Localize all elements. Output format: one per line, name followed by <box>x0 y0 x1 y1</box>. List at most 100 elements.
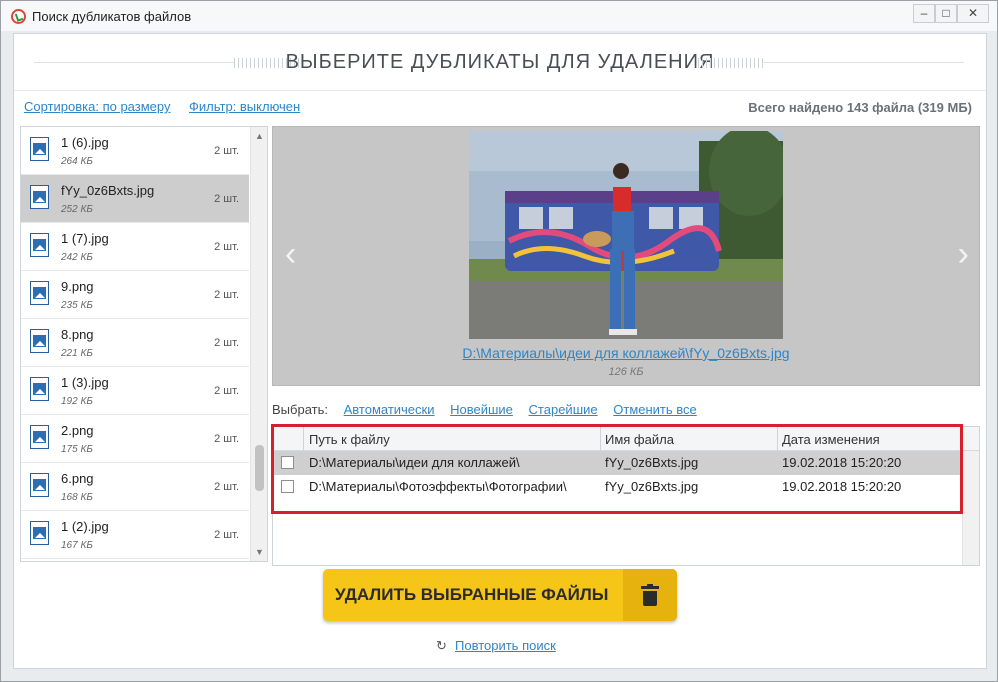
table-row[interactable]: D:\Материалы\идеи для коллажей\ fYy_0z6Bx… <box>273 451 979 475</box>
list-item[interactable]: 1 (6).jpg 264 КБ 2 шт. <box>21 127 249 175</box>
column-header-name[interactable]: Имя файла <box>605 432 674 447</box>
image-file-icon <box>30 329 49 353</box>
image-file-icon <box>30 377 49 401</box>
file-name: 1 (7).jpg <box>61 231 109 246</box>
duplicate-count: 2 шт. <box>214 433 239 445</box>
list-item[interactable]: 6.png 168 КБ 2 шт. <box>21 463 249 511</box>
file-name: 1 (6).jpg <box>61 135 109 150</box>
file-size: 168 КБ <box>61 492 93 503</box>
list-item[interactable]: 9.png 235 КБ 2 шт. <box>21 271 249 319</box>
window-title: Поиск дубликатов файлов <box>32 9 192 24</box>
cell-name: fYy_0z6Bxts.jpg <box>605 479 699 494</box>
refresh-icon: ↻ <box>436 638 447 653</box>
image-file-icon <box>30 521 49 545</box>
scroll-down-icon[interactable]: ▼ <box>255 547 264 557</box>
app-logo-icon <box>11 9 26 24</box>
cell-path: D:\Материалы\Фотоэффекты\Фотографии\ <box>309 479 567 494</box>
file-size: 192 КБ <box>61 396 93 407</box>
header-divider <box>14 90 986 91</box>
file-size: 235 КБ <box>61 300 93 311</box>
duplicate-count: 2 шт. <box>214 481 239 493</box>
file-name: 6.png <box>61 471 94 486</box>
file-name: 1 (3).jpg <box>61 375 109 390</box>
photo-illustration <box>469 131 783 339</box>
list-item[interactable]: 1 (7).jpg 242 КБ 2 шт. <box>21 223 249 271</box>
scroll-thumb[interactable] <box>255 445 264 491</box>
file-size: 252 КБ <box>61 204 93 215</box>
cell-path: D:\Материалы\идеи для коллажей\ <box>309 455 520 470</box>
cancel-all-link[interactable]: Отменить все <box>613 402 697 417</box>
duplicate-count: 2 шт. <box>214 193 239 205</box>
duplicate-count: 2 шт. <box>214 241 239 253</box>
row-checkbox[interactable] <box>281 480 294 493</box>
file-name: 1 (2).jpg <box>61 519 109 534</box>
list-item[interactable]: 2.png 175 КБ 2 шт. <box>21 415 249 463</box>
image-file-icon <box>30 425 49 449</box>
next-image-icon[interactable]: › <box>958 235 969 274</box>
file-size: 175 КБ <box>61 444 93 455</box>
file-size: 242 КБ <box>61 252 93 263</box>
table-scrollbar[interactable] <box>962 451 979 565</box>
duplicate-file-list[interactable]: 1 (6).jpg 264 КБ 2 шт. fYy_0z6Bxts.jpg 252 К… <box>20 126 268 562</box>
table-row[interactable]: D:\Материалы\Фотоэффекты\Фотографии\ fYy_… <box>273 475 979 499</box>
delete-button-label: УДАЛИТЬ ВЫБРАННЫЕ ФАЙЛЫ <box>335 585 609 604</box>
file-size: 221 КБ <box>61 348 93 359</box>
file-name: 2.png <box>61 423 94 438</box>
select-auto-link[interactable]: Автоматически <box>344 402 435 417</box>
cell-date: 19.02.2018 15:20:20 <box>782 479 902 494</box>
list-item[interactable]: 1 (3).jpg 192 КБ 2 шт. <box>21 367 249 415</box>
select-label: Выбрать: <box>272 402 328 417</box>
image-file-icon <box>30 137 49 161</box>
list-item[interactable]: 1 (2).jpg 167 КБ 2 шт. <box>21 511 249 559</box>
column-header-date[interactable]: Дата изменения <box>782 432 880 447</box>
minimize-button[interactable]: – <box>913 4 935 23</box>
preview-file-path-link[interactable]: D:\Материалы\идеи для коллажей\fYy_0z6Bx… <box>273 345 979 361</box>
close-button[interactable]: ✕ <box>957 4 989 23</box>
duplicates-table: Путь к файлу Имя файла Дата изменения D:… <box>272 426 980 566</box>
duplicate-count: 2 шт. <box>214 337 239 349</box>
image-file-icon <box>30 233 49 257</box>
image-preview: ‹ › D:\Материалы\идеи для коллажей\fYy_0… <box>272 126 980 386</box>
column-header-path[interactable]: Путь к файлу <box>309 432 390 447</box>
maximize-button[interactable]: □ <box>935 4 957 23</box>
cell-name: fYy_0z6Bxts.jpg <box>605 455 699 470</box>
select-oldest-link[interactable]: Старейшие <box>529 402 598 417</box>
preview-file-size: 126 КБ <box>608 366 644 378</box>
cell-date: 19.02.2018 15:20:20 <box>782 455 902 470</box>
select-bar: Выбрать: Автоматически Новейшие Старейши… <box>272 402 697 417</box>
title-bar: Поиск дубликатов файлов – □ ✕ <box>1 1 997 31</box>
file-name: 9.png <box>61 279 94 294</box>
delete-selected-button[interactable]: УДАЛИТЬ ВЫБРАННЫЕ ФАЙЛЫ <box>323 569 677 621</box>
row-checkbox[interactable] <box>281 456 294 469</box>
repeat-search[interactable]: ↻ Повторить поиск <box>436 638 556 654</box>
image-file-icon <box>30 185 49 209</box>
duplicate-count: 2 шт. <box>214 289 239 301</box>
header: ВЫБЕРИТЕ ДУБЛИКАТЫ ДЛЯ УДАЛЕНИЯ <box>14 34 986 90</box>
preview-photo <box>469 131 783 339</box>
app-window: Поиск дубликатов файлов – □ ✕ ВЫБЕРИТЕ Д… <box>0 0 998 682</box>
image-file-icon <box>30 281 49 305</box>
file-name: fYy_0z6Bxts.jpg <box>61 183 155 198</box>
duplicate-count: 2 шт. <box>214 145 239 157</box>
header-decoration-right <box>694 58 964 68</box>
duplicate-count: 2 шт. <box>214 385 239 397</box>
total-found-text: Всего найдено 143 файла (319 МБ) <box>748 100 972 115</box>
select-newest-link[interactable]: Новейшие <box>450 402 513 417</box>
list-item[interactable]: fYy_0z6Bxts.jpg 252 КБ 2 шт. <box>21 175 249 223</box>
table-header: Путь к файлу Имя файла Дата изменения <box>273 427 979 451</box>
scroll-up-icon[interactable]: ▲ <box>255 131 264 141</box>
file-size: 264 КБ <box>61 156 93 167</box>
file-size: 167 КБ <box>61 540 93 551</box>
filter-link[interactable]: Фильтр: выключен <box>189 99 300 114</box>
file-list-scrollbar[interactable]: ▲ ▼ <box>250 127 267 561</box>
main-panel: ВЫБЕРИТЕ ДУБЛИКАТЫ ДЛЯ УДАЛЕНИЯ Сортиров… <box>13 33 987 669</box>
duplicate-count: 2 шт. <box>214 529 239 541</box>
repeat-search-link[interactable]: Повторить поиск <box>455 638 556 653</box>
delete-icon-box <box>623 569 677 621</box>
file-name: 8.png <box>61 327 94 342</box>
previous-image-icon[interactable]: ‹ <box>285 235 296 274</box>
list-item[interactable]: 8.png 221 КБ 2 шт. <box>21 319 249 367</box>
image-file-icon <box>30 473 49 497</box>
trash-icon <box>641 584 659 606</box>
sort-link[interactable]: Сортировка: по размеру <box>24 99 170 114</box>
